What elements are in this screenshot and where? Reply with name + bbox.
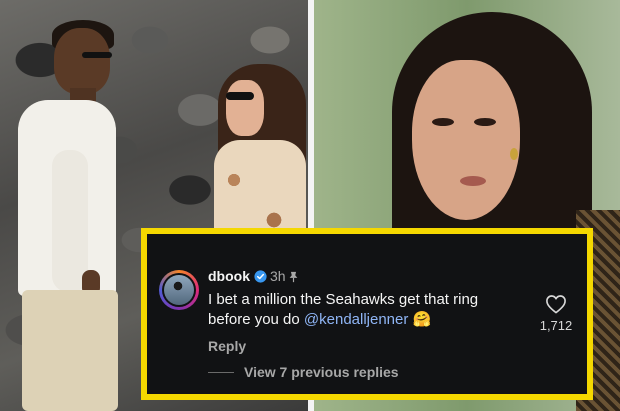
comment-body: I bet a million the Seahawks get that ri… xyxy=(208,290,508,330)
woman-sunglasses xyxy=(226,92,254,100)
portrait-right-eye xyxy=(474,118,496,126)
portrait-face xyxy=(412,60,520,220)
view-previous-replies-button[interactable]: View 7 previous replies xyxy=(244,364,399,380)
comment-username[interactable]: dbook xyxy=(208,268,250,284)
woman-face xyxy=(226,80,264,136)
verified-badge-icon xyxy=(254,270,267,283)
man-sunglasses xyxy=(82,52,112,58)
like-count: 1,712 xyxy=(539,318,573,333)
man-cargo-pants xyxy=(22,290,118,411)
reply-button[interactable]: Reply xyxy=(208,338,246,354)
portrait-lips xyxy=(460,176,486,186)
comment-mention-link[interactable]: @kendalljenner xyxy=(304,311,408,328)
hugging-face-emoji: 🤗 xyxy=(412,311,432,328)
man-arm xyxy=(52,150,88,292)
avatar[interactable] xyxy=(159,270,199,310)
comment-timestamp: 3h xyxy=(270,268,286,284)
pin-icon xyxy=(289,271,298,283)
man-head xyxy=(54,28,110,94)
view-replies-divider xyxy=(208,372,234,373)
portrait-earring xyxy=(510,148,518,160)
comment-card: dbook 3h I bet a million the Seahawks ge… xyxy=(141,228,593,400)
avatar-photo xyxy=(164,275,194,305)
heart-icon[interactable] xyxy=(545,294,567,314)
portrait-left-eye xyxy=(432,118,454,126)
